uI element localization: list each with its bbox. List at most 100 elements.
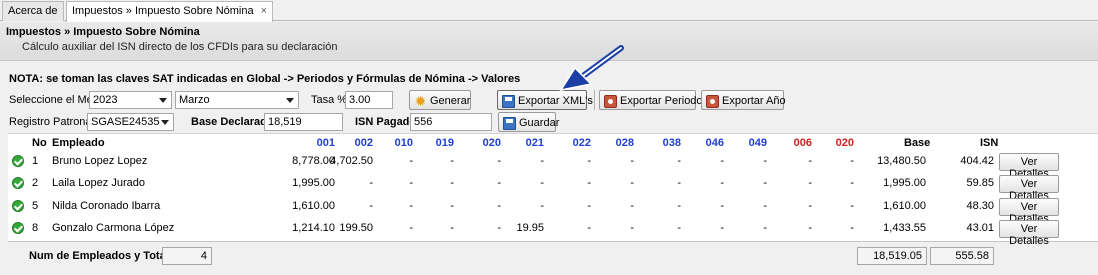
concept-value: - <box>763 155 767 167</box>
concept-value: 1,610.00 <box>292 200 335 212</box>
guardar-button[interactable]: Guardar <box>498 112 559 132</box>
ver-detalles-button[interactable]: Ver Detalles <box>999 153 1059 180</box>
concept-value: - <box>587 155 591 167</box>
concept-value: 1,214.10 <box>292 222 335 234</box>
row-number: 8 <box>32 222 39 234</box>
concept-value: - <box>763 222 767 234</box>
tab-impuesto-sobre-nomina[interactable]: Impuestos » Impuesto Sobre Nómina × <box>66 1 274 22</box>
isn-input[interactable]: 556 <box>410 113 492 131</box>
exportar-periodo-label: Exportar Periodo <box>620 95 703 107</box>
row-isn: 48.30 <box>966 200 994 212</box>
concept-value: - <box>808 177 812 189</box>
concept-value: - <box>409 200 413 212</box>
row-number: 5 <box>32 200 39 212</box>
concept-value: - <box>450 222 454 234</box>
row-base: 1,433.55 <box>883 222 926 234</box>
ver-detalles-button[interactable]: Ver Detalles <box>999 198 1059 225</box>
concept-value: - <box>677 177 681 189</box>
note-text: NOTA: se toman las claves SAT indicadas … <box>9 73 521 85</box>
check-icon <box>12 155 24 167</box>
concept-value: - <box>850 200 854 212</box>
page-title: Impuestos » Impuesto Sobre Nómina <box>6 26 200 38</box>
column-header-code: 022 <box>572 137 591 149</box>
tab-bar: Acerca de Impuestos » Impuesto Sobre Nóm… <box>0 0 1098 22</box>
column-header-code: 028 <box>615 137 634 149</box>
registro-select[interactable]: SGASE24535 <box>87 113 174 131</box>
tasa-input[interactable]: 3.00 <box>345 91 393 109</box>
concept-value: - <box>808 222 812 234</box>
generar-label: Generar <box>430 95 471 107</box>
export-icon <box>706 94 719 108</box>
chevron-down-icon <box>159 98 167 103</box>
employee-name: Gonzalo Carmona López <box>52 222 175 234</box>
concept-value: - <box>450 155 454 167</box>
column-header-code: 019 <box>435 137 454 149</box>
column-header-code: 049 <box>748 137 767 149</box>
row-isn: 59.85 <box>966 177 994 189</box>
column-header-code: 020 <box>482 137 501 149</box>
column-header-base: Base <box>904 137 931 149</box>
check-icon <box>12 222 24 234</box>
concept-value: 4,702.50 <box>330 155 373 167</box>
concept-value: 8,778.00 <box>292 155 335 167</box>
concept-value: 1,995.00 <box>292 177 335 189</box>
concept-value: - <box>808 155 812 167</box>
disk-icon <box>503 116 516 130</box>
column-header-code: 038 <box>662 137 681 149</box>
generar-button[interactable]: ✹ Generar <box>409 90 471 110</box>
concept-value: - <box>630 177 634 189</box>
concept-value: 19.95 <box>516 222 544 234</box>
column-header-code: 020 <box>835 137 854 149</box>
check-icon <box>12 177 24 189</box>
concept-value: - <box>677 200 681 212</box>
registro-value: SGASE24535 <box>91 116 160 128</box>
tab-acerca-de[interactable]: Acerca de <box>2 1 64 21</box>
concept-value: - <box>497 177 501 189</box>
totals-label: Num de Empleados y Totales <box>29 250 182 262</box>
concept-value: - <box>497 222 501 234</box>
chevron-down-icon <box>161 120 169 125</box>
month-select[interactable]: Marzo <box>175 91 299 109</box>
concept-value: - <box>587 200 591 212</box>
exportar-anio-button[interactable]: Exportar Año <box>701 90 786 110</box>
concept-value: - <box>540 155 544 167</box>
concept-value: - <box>409 155 413 167</box>
gear-icon: ✹ <box>414 92 427 109</box>
year-select[interactable]: 2023 <box>89 91 172 109</box>
column-header-empleado: Empleado <box>52 137 105 149</box>
row-base: 1,995.00 <box>883 177 926 189</box>
tab-label: Impuestos » Impuesto Sobre Nómina <box>72 5 254 17</box>
concept-value: 199.50 <box>339 222 373 234</box>
row-isn: 43.01 <box>966 222 994 234</box>
concept-value: - <box>808 200 812 212</box>
tasa-label: Tasa % <box>311 94 348 106</box>
concept-value: - <box>409 222 413 234</box>
row-base: 13,480.50 <box>877 155 926 167</box>
concept-value: - <box>630 222 634 234</box>
column-header-isn: ISN <box>980 137 999 149</box>
concept-value: - <box>587 177 591 189</box>
base-input[interactable]: 18,519 <box>264 113 343 131</box>
concept-value: - <box>630 155 634 167</box>
row-number: 1 <box>32 155 39 167</box>
column-header-code: 006 <box>793 137 812 149</box>
row-number: 2 <box>32 177 39 189</box>
page-subtitle: Cálculo auxiliar del ISN directo de los … <box>22 41 338 53</box>
year-value: 2023 <box>93 94 118 106</box>
concept-value: - <box>540 200 544 212</box>
concept-value: - <box>587 222 591 234</box>
close-icon[interactable]: × <box>261 5 267 17</box>
concept-value: - <box>763 177 767 189</box>
concept-value: - <box>677 222 681 234</box>
concept-value: - <box>497 200 501 212</box>
ver-detalles-button[interactable]: Ver Detalles <box>999 220 1059 247</box>
month-label: Seleccione el Mes <box>9 94 99 106</box>
concept-value: - <box>450 177 454 189</box>
total-base: 18,519.05 <box>857 247 927 265</box>
column-header-code: 001 <box>316 137 335 149</box>
concept-value: - <box>850 222 854 234</box>
concept-value: - <box>369 200 373 212</box>
concept-value: - <box>369 177 373 189</box>
ver-detalles-button[interactable]: Ver Detalles <box>999 175 1059 202</box>
concept-value: - <box>450 200 454 212</box>
